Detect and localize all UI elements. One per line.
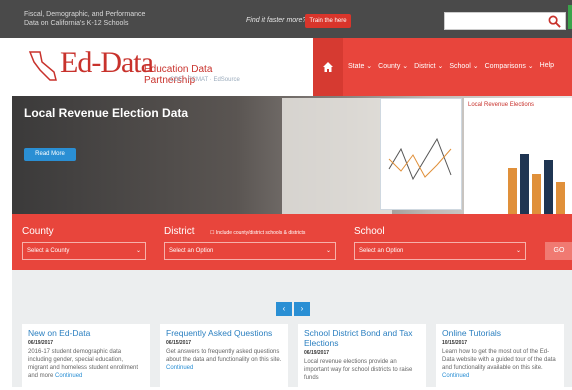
next-button[interactable]: › xyxy=(294,302,310,316)
card-title[interactable]: Online Tutorials xyxy=(442,328,558,338)
bond-elections-card: School District Bond and Tax Elections 0… xyxy=(298,324,426,390)
go-button[interactable]: GO xyxy=(545,242,572,260)
nav-item-district[interactable]: District ⌄ xyxy=(414,62,443,70)
card-date: 10/15/2017 xyxy=(442,340,468,346)
county-select-value: Select a County xyxy=(27,248,70,254)
school-label: School xyxy=(354,226,385,237)
hero-screenshot-bar-chart: Local Revenue Elections xyxy=(464,98,572,214)
nav-item-county[interactable]: County ⌄ xyxy=(378,62,408,70)
site-tagline: Fiscal, Demographic, and Performance Dat… xyxy=(24,11,146,27)
nav-item-comparisons-label: Comparisons xyxy=(484,63,526,70)
home-icon xyxy=(323,62,333,72)
card-continued-link[interactable]: Continued xyxy=(442,373,469,379)
nav-item-district-label: District xyxy=(414,63,436,70)
district-select[interactable]: Select an Option ⌄ xyxy=(164,242,336,260)
nav-item-county-label: County xyxy=(378,63,401,70)
train-button[interactable]: Train the here xyxy=(305,14,351,28)
district-include-checkbox[interactable]: ☐ Include county/district schools & dist… xyxy=(210,230,305,236)
nav-item-school[interactable]: School ⌄ xyxy=(449,62,478,70)
card-date: 06/19/2017 xyxy=(304,350,330,356)
news-section: ‹ › New on Ed-Data 06/19/2017 2016-17 st… xyxy=(12,270,572,390)
hero-screenshot-page xyxy=(282,98,392,214)
card-title[interactable]: Frequently Asked Questions xyxy=(166,328,282,338)
hero-screenshot-line-chart xyxy=(380,98,462,210)
top-bar: Fiscal, Demographic, and Performance Dat… xyxy=(0,0,572,38)
chevron-down-icon: ⌄ xyxy=(135,248,141,254)
hero-title: Local Revenue Election Data xyxy=(24,106,189,120)
county-label: County xyxy=(22,226,54,237)
cards-pager: ‹ › xyxy=(276,302,310,316)
district-include-label: Include county/district schools & distri… xyxy=(215,230,306,236)
main-nav: State ⌄ County ⌄ District ⌄ School ⌄ Com… xyxy=(313,38,572,96)
search-selectors: County Select a County ⌄ District ☐ Incl… xyxy=(12,214,572,270)
chevron-down-icon: ⌄ xyxy=(515,248,521,254)
card-body: Get answers to frequently asked question… xyxy=(166,348,282,372)
card-continued-link[interactable]: Continued xyxy=(166,365,193,371)
search-icon[interactable] xyxy=(548,15,561,28)
nav-item-help[interactable]: Help xyxy=(540,62,554,70)
hero-bar-chart-graphic xyxy=(508,154,565,214)
card-body: Learn how to get the most out of the Ed-… xyxy=(442,348,558,380)
nav-item-state[interactable]: State ⌄ xyxy=(348,62,372,70)
previous-button[interactable]: ‹ xyxy=(276,302,292,316)
card-date: 06/19/2017 xyxy=(28,340,54,346)
nav-item-school-label: School xyxy=(449,63,471,70)
chevron-down-icon: ⌄ xyxy=(325,248,331,254)
card-body: 2016-17 student demographic data includi… xyxy=(28,348,144,380)
card-body: Local revenue elections provide an impor… xyxy=(304,358,420,382)
home-button[interactable] xyxy=(313,38,343,96)
search-input[interactable] xyxy=(444,12,566,30)
district-select-value: Select an Option xyxy=(169,248,214,254)
card-date: 06/15/2017 xyxy=(166,340,192,346)
hero-carousel: Local Revenue Elections Local Revenue El… xyxy=(12,96,572,214)
site-header: Ed-Data Education Data Partnership CDE ·… xyxy=(0,38,572,96)
faq-card: Frequently Asked Questions 06/15/2017 Ge… xyxy=(160,324,288,390)
card-continued-link[interactable]: Continued xyxy=(55,373,82,379)
hero-line-chart-graphic xyxy=(388,137,452,181)
school-select[interactable]: Select an Option ⌄ xyxy=(354,242,526,260)
ed-data-logo[interactable]: Ed-Data Education Data Partnership CDE ·… xyxy=(20,44,260,86)
nav-item-help-label: Help xyxy=(539,62,555,69)
nav-item-comparisons[interactable]: Comparisons ⌄ xyxy=(485,62,534,70)
logo-partners: CDE · FCMAT · EdSource xyxy=(170,77,240,83)
news-card: New on Ed-Data 06/19/2017 2016-17 studen… xyxy=(22,324,150,390)
tutorials-card: Online Tutorials 10/15/2017 Learn how to… xyxy=(436,324,564,390)
find-it-text: Find it faster more? xyxy=(246,17,307,24)
card-title[interactable]: New on Ed-Data xyxy=(28,328,144,338)
scrollbar-edge xyxy=(568,5,572,29)
card-body-text: 2016-17 student demographic data includi… xyxy=(28,349,139,379)
logo-name: Ed-Data xyxy=(60,46,154,79)
district-label: District xyxy=(164,226,195,237)
card-body-text: Learn how to get the most out of the Ed-… xyxy=(442,349,556,371)
county-select[interactable]: Select a County ⌄ xyxy=(22,242,146,260)
card-body-text: Get answers to frequently asked question… xyxy=(166,349,282,363)
nav-items: State ⌄ County ⌄ District ⌄ School ⌄ Com… xyxy=(348,62,554,70)
card-title[interactable]: School District Bond and Tax Elections xyxy=(304,328,420,348)
nav-item-state-label: State xyxy=(348,63,365,70)
school-select-value: Select an Option xyxy=(359,248,404,254)
read-more-button[interactable]: Read More xyxy=(24,148,76,161)
card-body-text: Local revenue elections provide an impor… xyxy=(304,359,413,381)
hero-panel-title: Local Revenue Elections xyxy=(468,102,535,108)
